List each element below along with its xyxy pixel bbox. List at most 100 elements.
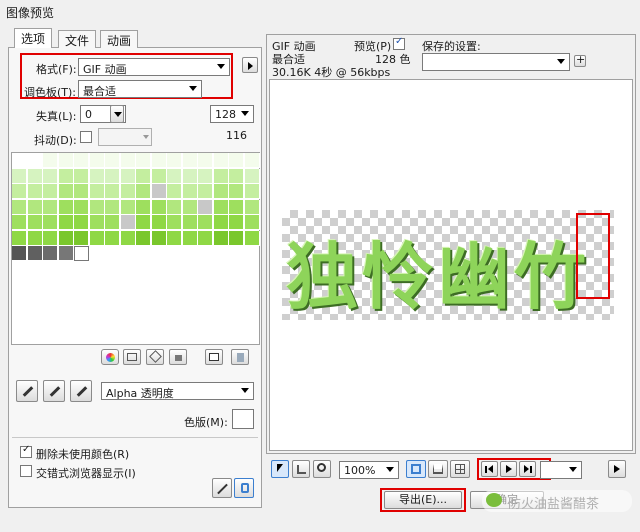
lock-icon[interactable] <box>169 349 187 365</box>
color-swatch[interactable] <box>43 184 58 199</box>
color-swatch[interactable] <box>182 215 198 230</box>
color-swatch[interactable] <box>12 168 27 184</box>
color-swatch[interactable] <box>43 230 58 246</box>
dither-select[interactable] <box>98 128 152 146</box>
trash-icon[interactable] <box>231 349 249 365</box>
color-swatch[interactable] <box>12 184 27 199</box>
color-swatch[interactable] <box>58 215 74 230</box>
color-swatch[interactable] <box>198 230 213 246</box>
color-wheel-icon[interactable] <box>101 349 119 365</box>
color-swatch[interactable] <box>12 215 27 230</box>
color-swatch[interactable] <box>43 246 58 261</box>
color-swatch[interactable] <box>120 230 136 246</box>
color-swatch[interactable] <box>244 230 260 246</box>
color-swatch[interactable] <box>151 215 167 230</box>
color-swatch[interactable] <box>27 230 43 246</box>
color-swatch[interactable] <box>27 168 43 184</box>
color-swatch[interactable] <box>89 215 105 230</box>
color-swatch[interactable] <box>58 199 74 215</box>
color-swatch[interactable] <box>27 199 43 215</box>
eyedropper-minus-icon[interactable] <box>70 380 92 402</box>
color-swatch[interactable] <box>74 153 89 168</box>
color-swatch[interactable] <box>213 184 229 199</box>
colors-count-select[interactable]: 128 <box>210 105 254 123</box>
color-swatch[interactable] <box>244 153 260 168</box>
eyedropper-icon[interactable] <box>16 380 38 402</box>
color-swatch[interactable] <box>244 215 260 230</box>
color-swatch[interactable] <box>105 168 120 184</box>
color-swatch[interactable] <box>120 153 136 168</box>
export-button[interactable]: 导出(E)... <box>384 491 462 509</box>
color-swatch[interactable] <box>151 184 167 199</box>
color-swatch[interactable] <box>89 184 105 199</box>
color-swatch[interactable] <box>229 168 244 184</box>
matte-swatch[interactable] <box>232 409 254 429</box>
add-setting-button[interactable]: + <box>574 53 586 67</box>
color-swatch[interactable] <box>105 153 120 168</box>
color-swatch[interactable] <box>151 153 167 168</box>
color-swatch[interactable] <box>229 199 244 215</box>
color-swatch[interactable] <box>136 230 151 246</box>
loss-dropdown-button[interactable] <box>110 105 124 123</box>
color-swatch[interactable] <box>167 199 182 215</box>
color-swatch[interactable] <box>151 168 167 184</box>
color-swatch[interactable] <box>43 215 58 230</box>
split-2-view-icon[interactable] <box>428 460 448 478</box>
zoom-select[interactable]: 100% <box>339 461 399 479</box>
color-swatch[interactable] <box>58 184 74 199</box>
color-swatch[interactable] <box>27 246 43 261</box>
color-swatch[interactable] <box>74 246 89 261</box>
color-swatch[interactable] <box>58 230 74 246</box>
color-swatch[interactable] <box>120 168 136 184</box>
color-swatch[interactable] <box>27 215 43 230</box>
saved-settings-select[interactable] <box>422 53 570 71</box>
color-swatch[interactable] <box>12 230 27 246</box>
preview-canvas[interactable]: 独怜幽竹 <box>269 79 633 451</box>
color-swatch[interactable] <box>182 153 198 168</box>
color-swatch[interactable] <box>136 168 151 184</box>
color-swatch[interactable] <box>74 199 89 215</box>
color-swatch[interactable] <box>244 168 260 184</box>
color-swatch[interactable] <box>167 215 182 230</box>
zoom-tool-icon[interactable] <box>313 460 331 478</box>
color-swatch[interactable] <box>229 153 244 168</box>
color-swatch[interactable] <box>167 184 182 199</box>
pointer-tool-icon[interactable] <box>271 460 289 478</box>
color-swatch[interactable] <box>12 246 27 261</box>
color-swatch[interactable] <box>213 230 229 246</box>
color-swatch[interactable] <box>198 199 213 215</box>
play-icon[interactable] <box>500 461 517 477</box>
color-swatch[interactable] <box>198 215 213 230</box>
web-snap-icon[interactable] <box>123 349 141 365</box>
frame-select[interactable] <box>540 461 582 479</box>
color-swatch[interactable] <box>89 153 105 168</box>
color-table[interactable] <box>11 152 260 345</box>
color-swatch[interactable] <box>136 199 151 215</box>
color-swatch[interactable] <box>12 153 27 168</box>
palette-select[interactable]: 最合适 <box>78 80 202 98</box>
color-swatch[interactable] <box>105 230 120 246</box>
color-swatch[interactable] <box>198 184 213 199</box>
color-swatch[interactable] <box>229 215 244 230</box>
color-swatch[interactable] <box>182 230 198 246</box>
color-swatch[interactable] <box>244 199 260 215</box>
color-swatch[interactable] <box>27 184 43 199</box>
color-swatch[interactable] <box>89 199 105 215</box>
tab-options[interactable]: 选项 <box>14 28 53 48</box>
color-swatch[interactable] <box>120 215 136 230</box>
color-swatch[interactable] <box>43 153 58 168</box>
color-swatch[interactable] <box>12 199 27 215</box>
menu-button[interactable] <box>242 57 258 73</box>
pick-tool-icon[interactable] <box>234 478 254 498</box>
split-4-view-icon[interactable] <box>450 460 470 478</box>
tab-file[interactable]: 文件 <box>58 30 97 48</box>
color-swatch[interactable] <box>151 230 167 246</box>
color-swatch[interactable] <box>151 199 167 215</box>
remove-unused-checkbox[interactable]: ✓ <box>20 444 32 458</box>
color-swatch[interactable] <box>213 199 229 215</box>
format-select[interactable]: GIF 动画 <box>78 58 230 76</box>
color-swatch[interactable] <box>136 215 151 230</box>
color-swatch[interactable] <box>136 153 151 168</box>
dither-checkbox[interactable] <box>80 131 92 143</box>
next-button[interactable] <box>608 460 626 478</box>
